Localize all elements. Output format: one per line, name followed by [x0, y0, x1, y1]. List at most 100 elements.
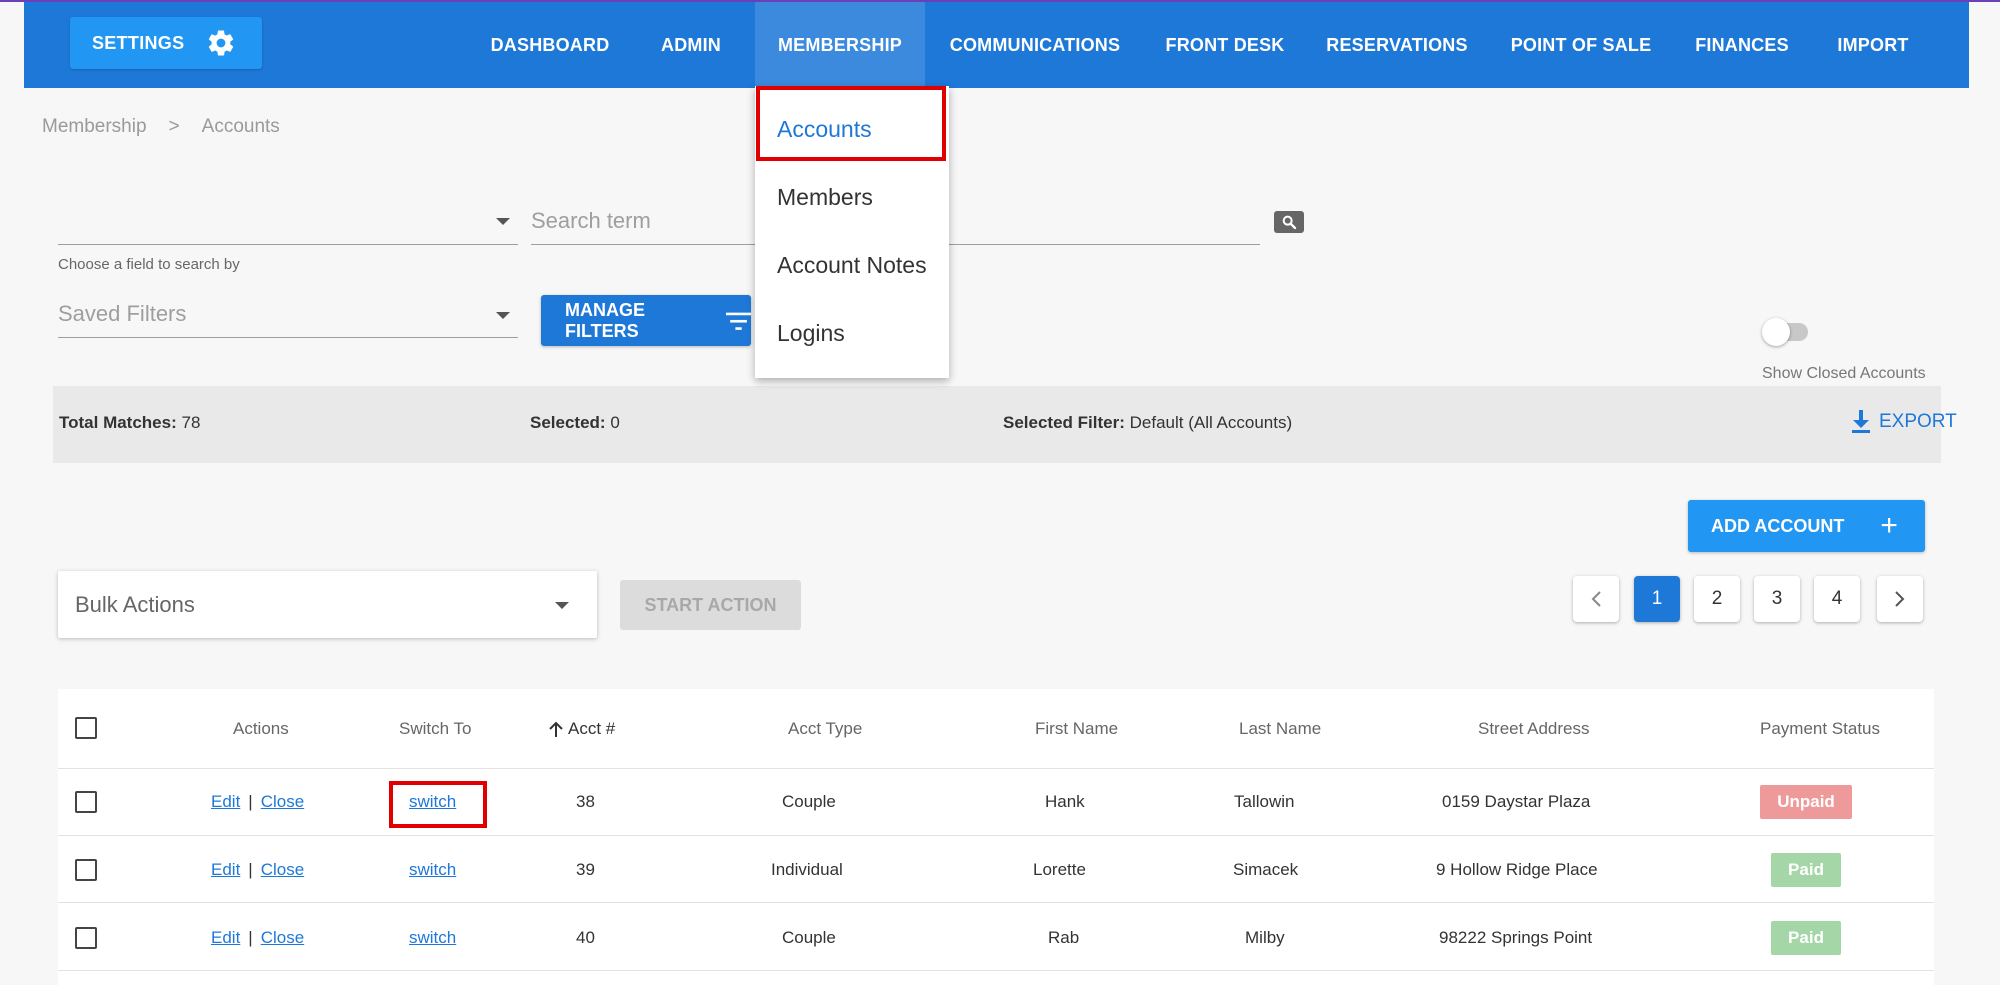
breadcrumb: Membership > Accounts	[42, 116, 280, 138]
show-closed-toggle-knob[interactable]	[1762, 318, 1790, 346]
street-address: 9 Hollow Ridge Place	[1436, 860, 1598, 879]
header-street-address: Street Address	[1478, 719, 1590, 738]
prev-page-button[interactable]	[1573, 576, 1619, 622]
manage-filters-button[interactable]: MANAGE FILTERS	[541, 295, 751, 346]
search-input-placeholder: Search term	[531, 208, 651, 233]
settings-button[interactable]: SETTINGS	[70, 17, 262, 69]
acct-number: 39	[576, 860, 595, 879]
bulk-actions-select[interactable]: Bulk Actions	[58, 571, 597, 638]
search-field-helper: Choose a field to search by	[58, 256, 240, 273]
page-2-button[interactable]: 2	[1694, 576, 1740, 622]
selected-filter: Selected Filter: Default (All Accounts)	[1003, 413, 1293, 432]
total-matches: Total Matches: 78	[59, 413, 201, 432]
first-name: Hank	[1045, 792, 1085, 811]
acct-type: Couple	[782, 792, 836, 811]
select-all-checkbox[interactable]	[75, 717, 97, 739]
nav-membership[interactable]: MEMBERSHIP	[755, 2, 925, 88]
row-actions: Edit | Close	[211, 928, 305, 947]
edit-link[interactable]: Edit	[211, 860, 240, 879]
row-actions: Edit | Close	[211, 792, 305, 811]
chevron-left-icon	[1591, 591, 1601, 607]
switch-link[interactable]: switch	[409, 860, 456, 880]
first-name: Lorette	[1033, 860, 1086, 879]
chevron-down-icon	[555, 602, 569, 609]
row-divider	[58, 768, 1934, 769]
header-acct-type: Acct Type	[788, 719, 863, 738]
arrow-up-icon	[549, 721, 563, 737]
menu-item-logins[interactable]: Logins	[777, 320, 845, 347]
header-first-name: First Name	[1035, 719, 1119, 738]
nav-admin[interactable]: ADMIN	[643, 2, 739, 88]
nav-front-desk[interactable]: FRONT DESK	[1155, 2, 1295, 88]
header-payment-status: Payment Status	[1760, 719, 1881, 738]
highlight-box	[756, 86, 946, 161]
status-badge: Paid	[1771, 921, 1841, 955]
status-badge: Unpaid	[1760, 785, 1852, 819]
row-checkbox[interactable]	[75, 927, 97, 949]
breadcrumb-membership[interactable]: Membership	[42, 116, 147, 138]
last-name: Tallowin	[1234, 792, 1295, 811]
close-link[interactable]: Close	[261, 928, 304, 947]
search-field-select[interactable]	[58, 200, 518, 245]
nav-point-of-sale[interactable]: POINT OF SALE	[1500, 2, 1662, 88]
row-divider	[58, 970, 1934, 971]
show-closed-label: Show Closed Accounts	[1762, 365, 1926, 382]
chevron-down-icon	[496, 218, 510, 225]
row-divider	[58, 835, 1934, 836]
search-icon	[1282, 215, 1297, 230]
add-account-button[interactable]: ADD ACCOUNT +	[1688, 500, 1925, 552]
header-actions: Actions	[233, 719, 289, 738]
chevron-right-icon	[1895, 591, 1905, 607]
close-link[interactable]: Close	[261, 860, 304, 879]
row-divider	[58, 902, 1934, 903]
accounts-table: Actions Switch To Acct # Acct Type First…	[58, 689, 1934, 985]
header-last-name: Last Name	[1239, 719, 1322, 738]
saved-filters-placeholder: Saved Filters	[58, 301, 187, 326]
page-1-button[interactable]: 1	[1634, 576, 1680, 622]
chevron-down-icon	[496, 312, 510, 319]
add-account-label: ADD ACCOUNT	[1711, 515, 1845, 536]
plus-icon: +	[1880, 509, 1898, 542]
menu-item-members[interactable]: Members	[777, 184, 873, 211]
nav-import[interactable]: IMPORT	[1822, 2, 1924, 88]
manage-filters-label: MANAGE FILTERS	[565, 299, 645, 341]
gear-icon	[209, 30, 234, 56]
row-checkbox[interactable]	[75, 791, 97, 813]
acct-type: Couple	[782, 928, 836, 947]
street-address: 98222 Springs Point	[1439, 928, 1593, 947]
header-switch-to: Switch To	[399, 719, 472, 738]
last-name: Simacek	[1233, 860, 1299, 879]
page-4-button[interactable]: 4	[1814, 576, 1860, 622]
next-page-button[interactable]	[1877, 576, 1923, 622]
start-action-button[interactable]: START ACTION	[620, 580, 801, 630]
highlight-box	[389, 781, 487, 828]
row-checkbox[interactable]	[75, 859, 97, 881]
edit-link[interactable]: Edit	[211, 792, 240, 811]
bulk-actions-placeholder: Bulk Actions	[75, 592, 195, 617]
street-address: 0159 Daystar Plaza	[1442, 792, 1591, 811]
nav-communications[interactable]: COMMUNICATIONS	[940, 2, 1130, 88]
page-3-button[interactable]: 3	[1754, 576, 1800, 622]
selected-count: Selected: 0	[530, 413, 620, 432]
search-button[interactable]	[1274, 211, 1304, 233]
breadcrumb-separator: >	[168, 116, 180, 137]
export-button[interactable]: EXPORT	[1851, 410, 1957, 434]
close-link[interactable]: Close	[261, 792, 304, 811]
breadcrumb-accounts: Accounts	[201, 116, 280, 137]
nav-finances[interactable]: FINANCES	[1685, 2, 1799, 88]
switch-link[interactable]: switch	[409, 928, 456, 948]
first-name: Rab	[1048, 928, 1080, 947]
header-acct-number[interactable]: Acct #	[548, 719, 615, 739]
edit-link[interactable]: Edit	[211, 928, 240, 947]
row-actions: Edit | Close	[211, 860, 305, 879]
acct-number: 38	[576, 792, 595, 811]
menu-item-account-notes[interactable]: Account Notes	[777, 252, 927, 279]
acct-type: Individual	[771, 860, 843, 879]
acct-number: 40	[576, 928, 595, 947]
nav-reservations[interactable]: RESERVATIONS	[1320, 2, 1474, 88]
last-name: Milby	[1245, 928, 1285, 947]
export-label: EXPORT	[1879, 411, 1957, 432]
summary-bar: Total Matches: 78 Selected: 0 Selected F…	[53, 386, 1957, 463]
nav-dashboard[interactable]: DASHBOARD	[478, 2, 622, 88]
download-icon	[1852, 410, 1870, 433]
